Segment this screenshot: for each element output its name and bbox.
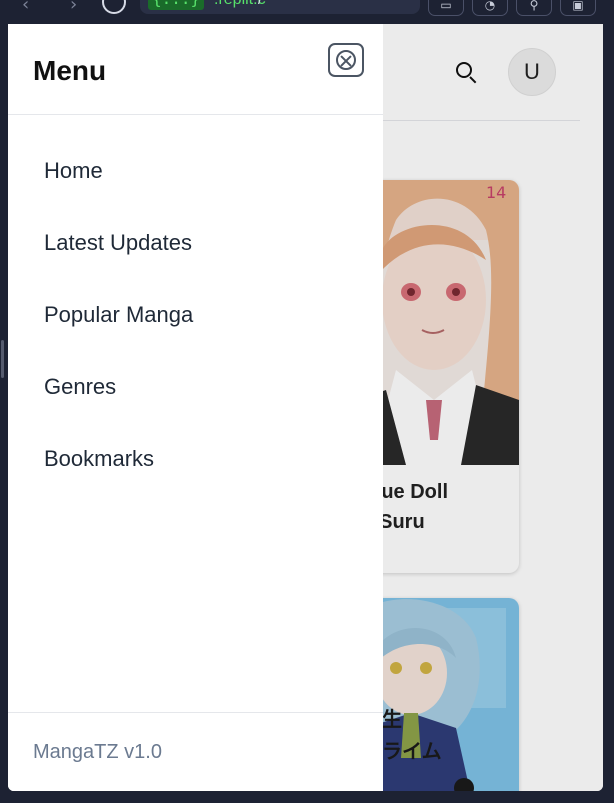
app-viewport: U 14 Bisque Doll Suru スライム Menu Home Lat… [8,24,603,791]
lock-button[interactable]: ▣ [560,0,596,16]
resize-handle[interactable] [1,340,4,378]
devices-button[interactable]: ▭ [428,0,464,16]
menu-item-home[interactable]: Home [44,156,103,186]
menu-item-latest-updates[interactable]: Latest Updates [44,228,192,258]
wrench-icon: ⚲ [529,0,539,12]
url-bar[interactable]: {...} .replit.c / › [140,0,420,14]
url-chevron-icon[interactable]: › [396,0,402,4]
palette-button[interactable]: ◔ [472,0,508,16]
drawer-title: Menu [33,55,107,86]
url-path: / [258,0,262,9]
app-version: MangaTZ v1.0 [33,741,162,763]
devices-icon: ▭ [440,0,452,12]
drawer-header: Menu [8,24,383,115]
tools-button[interactable]: ⚲ [516,0,552,16]
menu-item-bookmarks[interactable]: Bookmarks [44,444,154,474]
drawer-footer: MangaTZ v1.0 [8,712,383,791]
forward-arrow-icon[interactable]: › [70,0,77,15]
browser-toolbar: ‹ › {...} .replit.c / › ▭ ◔ ⚲ ▣ [0,0,614,24]
reload-icon[interactable] [102,0,126,14]
palette-icon: ◔ [484,0,496,12]
url-badge: {...} [148,0,205,10]
menu-item-popular-manga[interactable]: Popular Manga [44,300,193,330]
close-button[interactable] [328,43,364,77]
back-arrow-icon[interactable]: ‹ [22,0,29,15]
side-drawer: Menu Home Latest Updates Popular Manga G… [8,24,383,791]
lock-icon: ▣ [572,0,584,12]
menu-item-genres[interactable]: Genres [44,372,116,402]
